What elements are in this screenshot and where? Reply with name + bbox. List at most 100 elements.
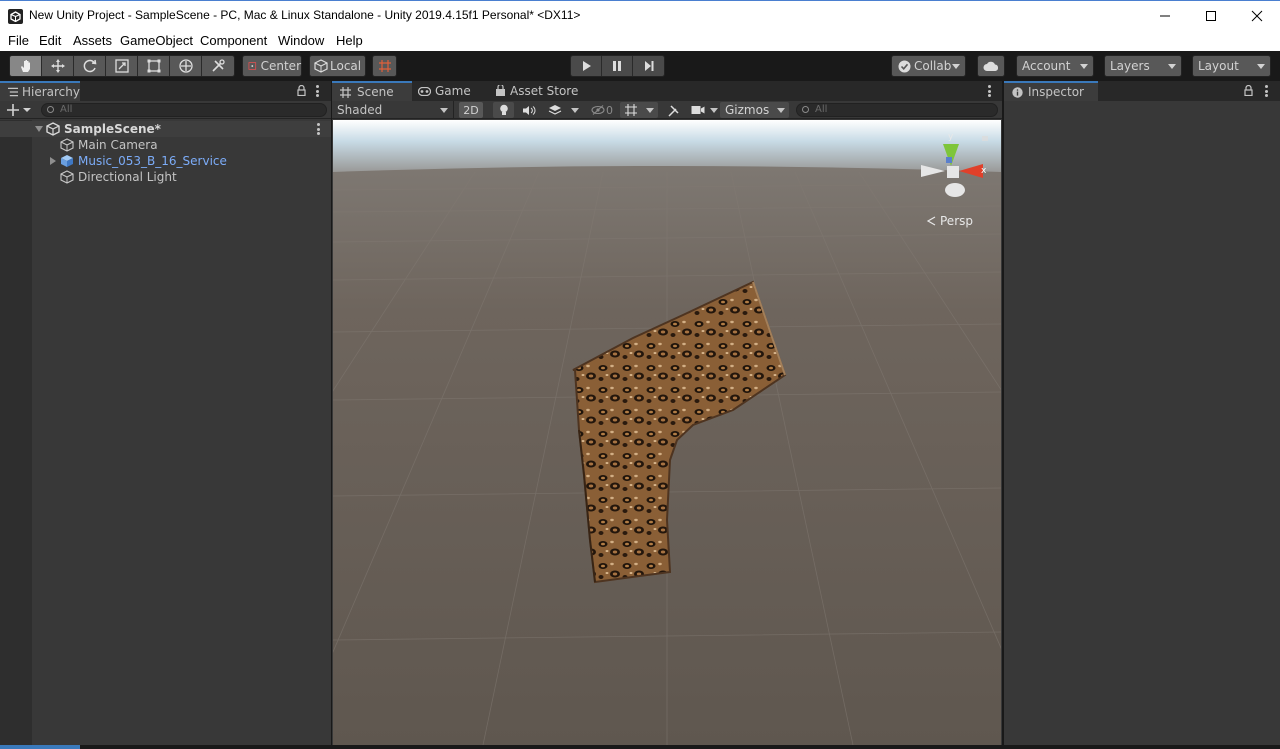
cloud-button[interactable] bbox=[977, 55, 1005, 77]
collab-dropdown[interactable]: Collab bbox=[891, 55, 966, 77]
custom-tool-icon[interactable] bbox=[202, 56, 234, 76]
unity-logo-icon bbox=[8, 9, 23, 24]
asset-store-icon bbox=[496, 85, 505, 96]
pivot-space-toggle[interactable]: Local bbox=[309, 55, 366, 77]
pivot-label: Center bbox=[260, 59, 301, 73]
transform-tool-icon[interactable] bbox=[170, 56, 202, 76]
scene-menu-icon[interactable] bbox=[317, 123, 320, 135]
tab-game[interactable]: Game bbox=[418, 81, 471, 101]
scene-render[interactable]: y x Persp bbox=[333, 120, 1001, 745]
rect-tool-icon[interactable] bbox=[138, 56, 170, 76]
tab-inspector[interactable]: Inspector bbox=[1004, 81, 1098, 101]
hierarchy-panel: Hierarchy All SampleScene* Main Camera M… bbox=[0, 81, 331, 745]
chevron-down-icon bbox=[646, 107, 654, 113]
search-icon bbox=[47, 106, 54, 113]
progress-indicator bbox=[0, 745, 80, 749]
lightbulb-icon bbox=[499, 104, 508, 115]
close-icon[interactable] bbox=[1234, 1, 1280, 31]
scene-row[interactable]: SampleScene* bbox=[0, 121, 331, 137]
lock-icon[interactable] bbox=[1244, 84, 1253, 97]
speaker-icon bbox=[523, 105, 536, 115]
play-icon[interactable] bbox=[571, 56, 602, 76]
layout-dropdown[interactable]: Layout bbox=[1192, 55, 1271, 77]
grid-icon bbox=[625, 104, 637, 116]
2d-mode-toggle[interactable]: 2D bbox=[459, 102, 483, 118]
hierarchy-search-input[interactable]: All bbox=[41, 103, 327, 117]
pause-icon[interactable] bbox=[602, 56, 633, 76]
move-icon[interactable] bbox=[42, 56, 74, 76]
persp-label[interactable]: Persp bbox=[940, 214, 973, 228]
menu-help[interactable]: Help bbox=[336, 33, 363, 48]
gameobject-icon bbox=[60, 138, 74, 152]
pivot-center-toggle[interactable]: Center bbox=[242, 55, 302, 77]
scene-tab-label: Scene bbox=[357, 85, 394, 99]
tab-scene[interactable]: Scene bbox=[332, 81, 412, 101]
game-icon bbox=[418, 86, 431, 96]
scene-panel-menu-icon[interactable] bbox=[988, 85, 991, 97]
lighting-toggle[interactable] bbox=[493, 102, 514, 118]
pivot-icon bbox=[248, 62, 257, 70]
transform-tools bbox=[9, 55, 235, 77]
unity-scene-icon bbox=[46, 122, 60, 136]
effects-layers-icon bbox=[548, 105, 561, 115]
scene-icon bbox=[340, 86, 351, 98]
account-label: Account bbox=[1022, 59, 1071, 73]
account-dropdown[interactable]: Account bbox=[1016, 55, 1094, 77]
tab-hierarchy[interactable]: Hierarchy bbox=[0, 81, 80, 101]
hierarchy-item-label: Main Camera bbox=[78, 138, 158, 152]
tab-asset-store[interactable]: Asset Store bbox=[495, 81, 578, 101]
gizmo-center-cube[interactable] bbox=[947, 166, 959, 178]
chevron-down-icon bbox=[570, 107, 579, 113]
scene-visibility-toggle[interactable]: 0 bbox=[587, 102, 617, 118]
lock-icon[interactable] bbox=[297, 84, 306, 97]
minimize-icon[interactable] bbox=[1142, 1, 1188, 31]
menu-edit[interactable]: Edit bbox=[39, 33, 61, 48]
info-icon bbox=[1012, 86, 1023, 98]
menu-component[interactable]: Component bbox=[200, 33, 267, 48]
hidden-count: 0 bbox=[606, 103, 613, 117]
maximize-icon[interactable] bbox=[1188, 1, 1234, 31]
hierarchy-tab-label: Hierarchy bbox=[21, 85, 80, 99]
gizmos-dropdown[interactable]: Gizmos bbox=[720, 102, 789, 118]
tools-toggle[interactable] bbox=[663, 102, 683, 118]
local-space-icon bbox=[314, 59, 328, 73]
scene-search-input[interactable]: All bbox=[796, 103, 998, 117]
foldout-collapsed-icon[interactable] bbox=[49, 157, 56, 165]
snap-toggle[interactable] bbox=[372, 55, 397, 77]
camera-dropdown[interactable] bbox=[687, 102, 721, 118]
hierarchy-item-music-prefab[interactable]: Music_053_B_16_Service bbox=[0, 153, 331, 169]
menu-gameobject[interactable]: GameObject bbox=[120, 33, 193, 48]
menu-window[interactable]: Window bbox=[278, 33, 324, 48]
lock-icon[interactable] bbox=[982, 136, 988, 141]
create-dropdown[interactable] bbox=[6, 102, 32, 118]
hierarchy-menu-icon[interactable] bbox=[316, 85, 319, 97]
neg-z-axis-cone[interactable] bbox=[945, 183, 965, 197]
layout-label: Layout bbox=[1198, 59, 1239, 73]
scene-subbar: Shaded 2D 0 Gizmos All bbox=[332, 101, 1002, 119]
scene-viewport[interactable]: y x Persp bbox=[333, 120, 1001, 745]
game-tab-label: Game bbox=[435, 84, 471, 98]
scale-icon[interactable] bbox=[106, 56, 138, 76]
hand-icon[interactable] bbox=[10, 56, 42, 76]
effects-dropdown[interactable] bbox=[544, 102, 582, 118]
inspector-menu-icon[interactable] bbox=[1265, 85, 1268, 97]
audio-toggle[interactable] bbox=[519, 102, 540, 118]
grid-dropdown[interactable] bbox=[620, 102, 658, 118]
scene-tabstrip: Scene Game Asset Store bbox=[332, 81, 1002, 101]
status-bar bbox=[0, 745, 1280, 749]
layers-dropdown[interactable]: Layers bbox=[1104, 55, 1182, 77]
menu-assets[interactable]: Assets bbox=[73, 33, 112, 48]
hierarchy-item-main-camera[interactable]: Main Camera bbox=[0, 137, 331, 153]
window-title: New Unity Project - SampleScene - PC, Ma… bbox=[29, 8, 581, 22]
title-bar: New Unity Project - SampleScene - PC, Ma… bbox=[0, 0, 1280, 31]
step-icon[interactable] bbox=[633, 56, 664, 76]
inspector-tab-label: Inspector bbox=[1028, 85, 1084, 99]
hierarchy-item-directional-light[interactable]: Directional Light bbox=[0, 169, 331, 185]
rotate-icon[interactable] bbox=[74, 56, 106, 76]
chevron-down-icon bbox=[709, 107, 718, 113]
foldout-expanded-icon[interactable] bbox=[35, 125, 43, 133]
hidden-eye-icon bbox=[591, 105, 605, 115]
main-toolbar: Center Local Collab Account Layers Layou… bbox=[0, 51, 1280, 81]
shading-mode-dropdown[interactable]: Shaded bbox=[332, 101, 454, 119]
menu-file[interactable]: File bbox=[8, 33, 29, 48]
